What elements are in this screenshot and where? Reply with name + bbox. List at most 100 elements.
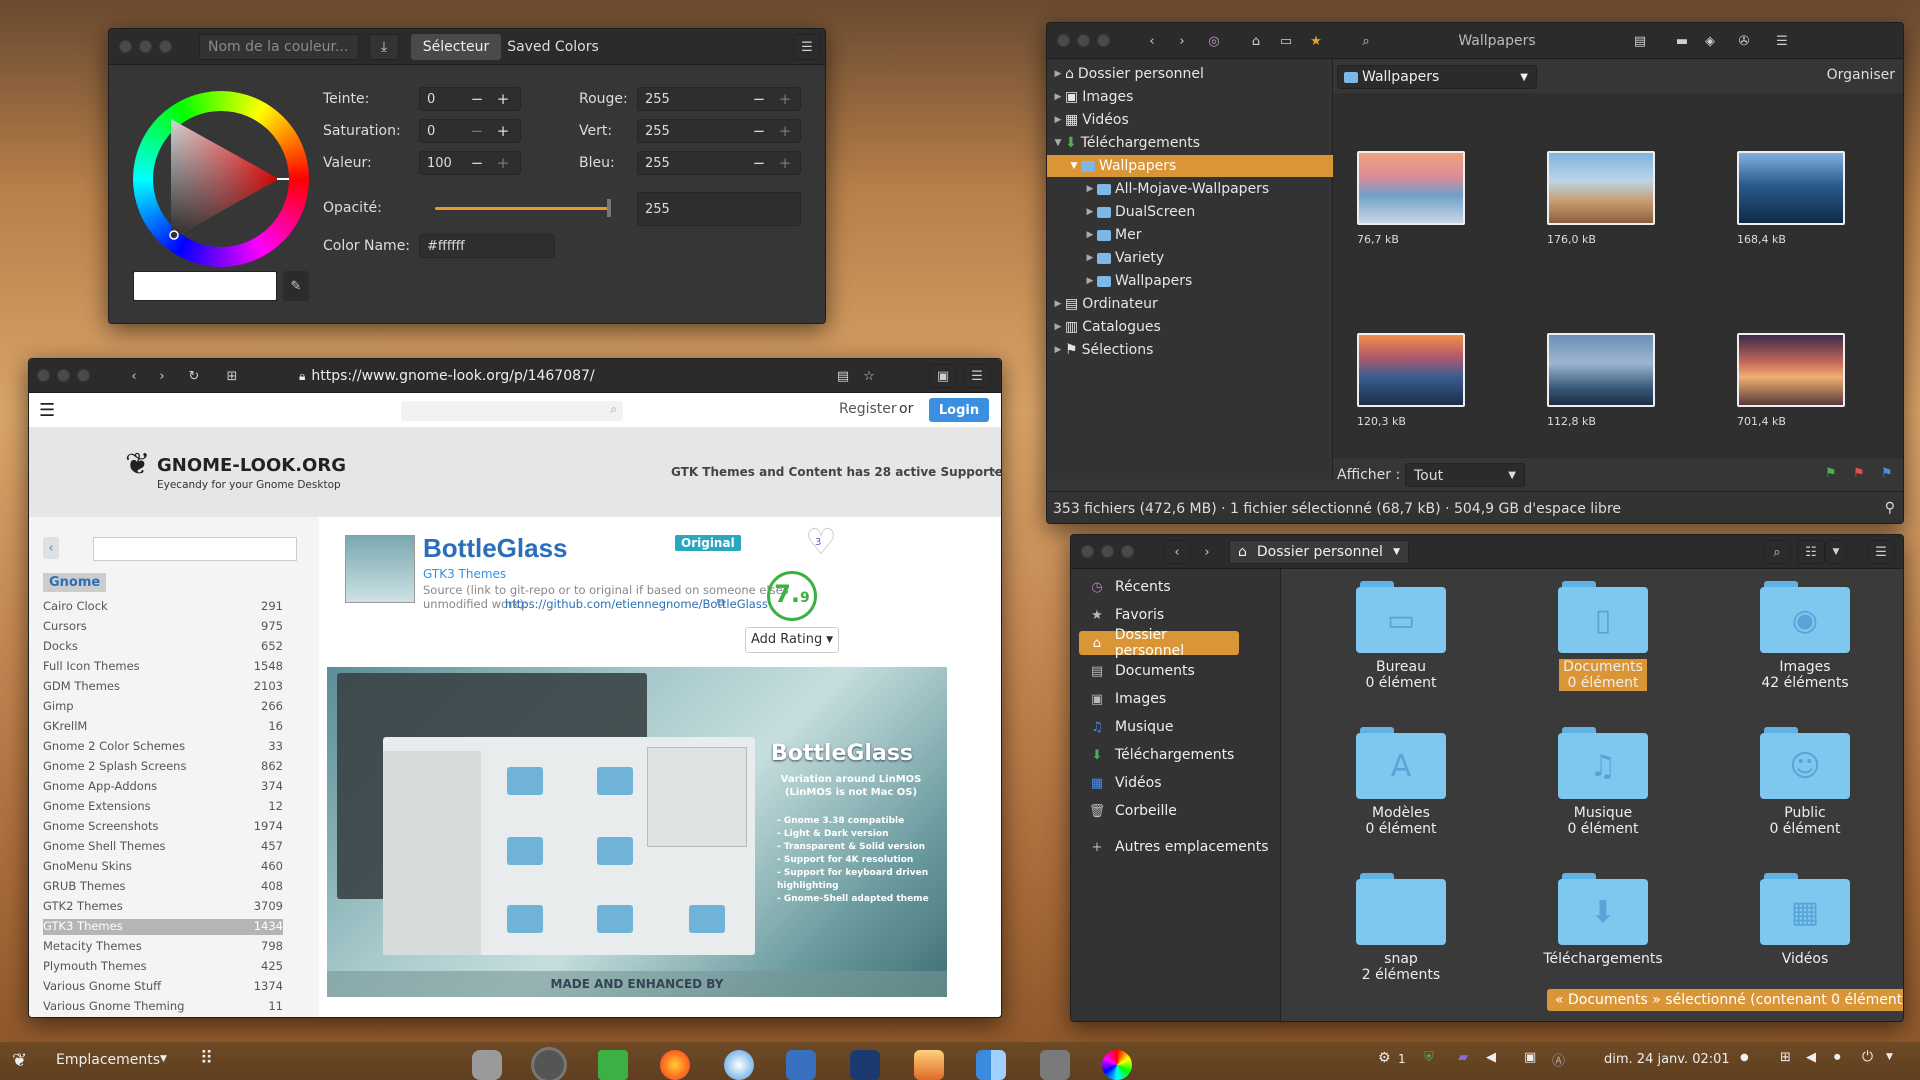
back-button[interactable]: ‹ [1163, 540, 1191, 564]
sidebar-item-images[interactable]: ▣ Images [1079, 687, 1239, 711]
forward-button[interactable]: › [149, 364, 175, 388]
category-item[interactable]: Gnome 2 Color Schemes 33 [43, 739, 283, 755]
sidebar-item-other-locations[interactable]: + Autres emplacements [1079, 835, 1279, 859]
sidebar-item-documents[interactable]: ▤ Documents [1079, 659, 1239, 683]
vpn-icon[interactable]: ▰ [1458, 1050, 1468, 1065]
location-dropdown[interactable]: Wallpapers ▼ [1337, 65, 1537, 89]
dock-system-monitor-icon[interactable] [472, 1050, 502, 1080]
menu-button[interactable]: ☰ [1867, 540, 1895, 564]
bleu-minus[interactable]: − [749, 153, 769, 173]
dock-files-icon[interactable] [1040, 1050, 1070, 1080]
minimize-button[interactable] [1101, 545, 1114, 558]
new-tab-button[interactable]: ⊞ [219, 364, 245, 388]
sidebar-item-musique[interactable]: ♫ Musique [1079, 715, 1239, 739]
tab-selecteur[interactable]: Sélecteur [411, 34, 501, 60]
gnome-foot-icon[interactable]: ❦ [12, 1050, 27, 1071]
tree-item-catalogues[interactable]: ▶ ▥ Catalogues [1047, 316, 1333, 338]
category-item[interactable]: Gnome Screenshots 1974 [43, 819, 283, 835]
tree-item-ordinateur[interactable]: ▶ ▤ Ordinateur [1047, 293, 1333, 315]
dock-finder-icon[interactable] [976, 1050, 1006, 1080]
microphone-icon[interactable]: ⏺ [1834, 1050, 1841, 1065]
back-button[interactable]: ‹ [121, 364, 147, 388]
menu-button[interactable]: ☰ [793, 34, 821, 60]
thumbnail-6[interactable] [1737, 333, 1845, 407]
dock-firefox-icon[interactable] [660, 1050, 690, 1080]
product-category[interactable]: GTK3 Themes [423, 567, 506, 581]
sidebar-item-corbeille[interactable]: 🗑︎ Corbeille [1079, 799, 1239, 823]
tree-item-selections[interactable]: ▶ ⚑ Sélections [1047, 339, 1333, 361]
sidebar-search-input[interactable] [93, 537, 297, 561]
volume-icon[interactable]: ◀ [1486, 1050, 1496, 1065]
dock-color-picker-icon[interactable] [1102, 1050, 1132, 1080]
tree-item-dossier-personnel[interactable]: ▶ ⌂ Dossier personnel [1047, 63, 1333, 85]
power-icon[interactable]: ⏻ [1862, 1049, 1873, 1065]
category-item[interactable]: GnoMenu Skins 460 [43, 859, 283, 875]
dock-preview-icon[interactable] [786, 1050, 816, 1080]
folder-snap[interactable]: snap 2 éléments [1331, 873, 1471, 983]
clock[interactable]: dim. 24 janv. 02:01 [1604, 1052, 1730, 1067]
thumbnail-1[interactable] [1357, 151, 1465, 225]
keyboard-icon[interactable]: Ⓐ [1552, 1050, 1565, 1069]
chevron-down-icon[interactable]: ▼ [1886, 1052, 1893, 1062]
sidebar-item-recents[interactable]: ◷ Récents [1079, 575, 1239, 599]
category-item[interactable]: Plymouth Themes 425 [43, 959, 283, 975]
thumbnail-3[interactable] [1737, 151, 1845, 225]
app-grid-icon[interactable]: ⠿ [200, 1048, 213, 1069]
category-item[interactable]: Gnome 2 Splash Screens 862 [43, 759, 283, 775]
teinte-plus[interactable]: + [493, 89, 513, 109]
thumbnail-4[interactable] [1357, 333, 1465, 407]
speaker-icon[interactable]: ◀ [1806, 1050, 1816, 1065]
sidebar-item-videos[interactable]: ▦ Vidéos [1079, 771, 1239, 795]
home-button[interactable]: ⌂ [1243, 29, 1269, 53]
tree-item-wallpapers-selected[interactable]: ▼ Wallpapers [1047, 155, 1333, 177]
category-item[interactable]: GDM Themes 2103 [43, 679, 283, 695]
rouge-plus[interactable]: + [775, 89, 795, 109]
opacity-slider-track[interactable] [435, 207, 611, 210]
register-link[interactable]: Register [839, 401, 897, 417]
valeur-plus[interactable]: + [493, 153, 513, 173]
network-icon[interactable]: ⊞ [1780, 1050, 1791, 1065]
saturation-minus[interactable]: − [467, 121, 487, 141]
close-button[interactable] [1081, 545, 1094, 558]
shield-icon[interactable]: ⛨ [1424, 1050, 1434, 1065]
reader-button[interactable]: ▤ [831, 364, 855, 388]
forward-button[interactable]: › [1193, 540, 1221, 564]
forward-button[interactable]: › [1169, 29, 1195, 53]
organize-button[interactable]: Organiser [1827, 67, 1895, 83]
tags-button[interactable]: ◈ [1697, 29, 1723, 53]
color-name-input[interactable]: Nom de la couleur... [199, 34, 359, 60]
blue-flag-icon[interactable]: ⚑ [1881, 466, 1893, 481]
folder-musique[interactable]: ♫ Musique 0 élément [1533, 727, 1673, 837]
thumbnail-5[interactable] [1547, 333, 1655, 407]
folder-bureau[interactable]: ▭ Bureau 0 élément [1331, 581, 1471, 691]
library-button[interactable]: ▣ [929, 364, 957, 388]
opacite-field[interactable]: 255 [637, 192, 801, 226]
info-icon[interactable]: ⚲ [1885, 500, 1895, 516]
category-item[interactable]: Metacity Themes 798 [43, 939, 283, 955]
folder-videos[interactable]: ▦ Vidéos [1735, 873, 1875, 967]
bookmark-button[interactable]: ☆ [857, 364, 881, 388]
history-button[interactable]: ◎ [1201, 29, 1227, 53]
places-menu[interactable]: Emplacements [56, 1052, 160, 1068]
maximize-button[interactable] [1121, 545, 1134, 558]
dock-settings-icon[interactable] [534, 1050, 564, 1080]
tree-item-videos[interactable]: ▶ ▦ Vidéos [1047, 109, 1333, 131]
tree-item-images[interactable]: ▶ ▣ Images [1047, 86, 1333, 108]
dock-puzzle-icon[interactable] [598, 1050, 628, 1080]
calendar-icon[interactable]: ▣ [1524, 1050, 1536, 1065]
close-button[interactable] [37, 369, 50, 382]
category-item[interactable]: GTK2 Themes 3709 [43, 899, 283, 915]
folder-images[interactable]: ◉ Images 42 éléments [1735, 581, 1875, 691]
preview-image[interactable]: BottleGlass Variation around LinMOS (Lin… [327, 667, 947, 997]
maximize-button[interactable] [1097, 34, 1110, 47]
maximize-button[interactable] [159, 40, 172, 53]
thumbnail-2[interactable] [1547, 151, 1655, 225]
search-button[interactable]: ⌕ [1763, 540, 1791, 564]
menu-button[interactable]: ☰ [963, 364, 991, 388]
favorites-button[interactable]: ★ [1303, 29, 1329, 53]
vert-minus[interactable]: − [749, 121, 769, 141]
path-bar[interactable]: ⌂ Dossier personnel ▼ [1229, 540, 1409, 564]
sidebar-item-telechargements[interactable]: ⬇ Téléchargements [1079, 743, 1239, 767]
saturation-plus[interactable]: + [493, 121, 513, 141]
dock-safari-icon[interactable] [724, 1050, 754, 1080]
